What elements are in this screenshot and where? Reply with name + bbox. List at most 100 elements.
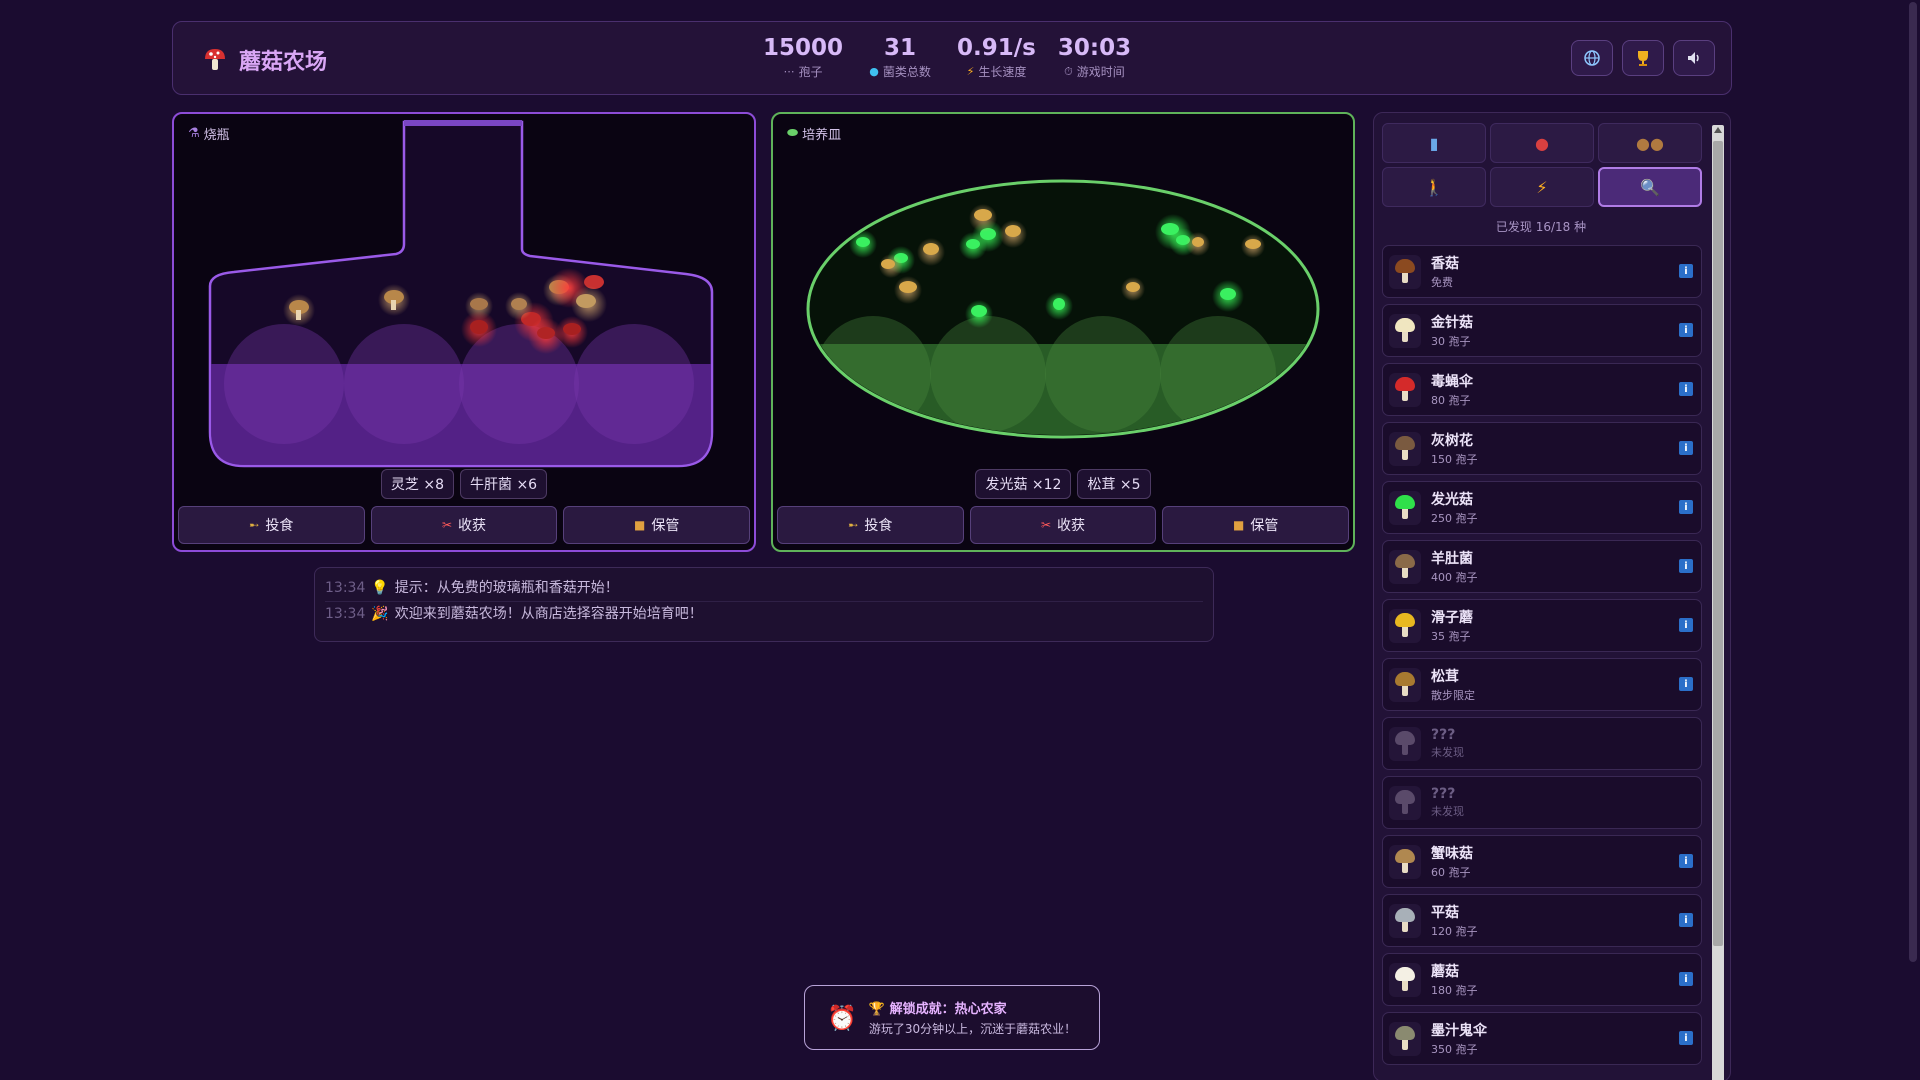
- coins-icon: ●●: [1636, 133, 1664, 153]
- mushroom-name: 灰树花: [1431, 433, 1473, 449]
- harvest-button[interactable]: ✂ 收获: [969, 506, 1157, 544]
- scrollbar-thumb[interactable]: [1713, 141, 1723, 946]
- bottle-icon: ▮: [1429, 133, 1439, 153]
- petri-dish-scene: [806, 179, 1320, 439]
- mushroom-list-item[interactable]: ??? 未发现: [1382, 717, 1702, 770]
- info-icon[interactable]: i: [1679, 264, 1693, 278]
- mushroom-name: ???: [1431, 727, 1456, 743]
- mushroom-list-item[interactable]: 松茸散步限定 i: [1382, 658, 1702, 711]
- content-tag: 牛肝菌 ×6: [460, 469, 548, 499]
- alarm-clock-icon: ⏰: [827, 1003, 857, 1032]
- mushroom-list-item[interactable]: 发光菇 250 孢子 i: [1382, 481, 1702, 534]
- box-icon: ■: [634, 518, 646, 532]
- mushroom-list-item[interactable]: 灰树花 150 孢子 i: [1382, 422, 1702, 475]
- tab-walk[interactable]: 🚶: [1382, 167, 1486, 207]
- mushroom-list-item[interactable]: 金针菇 30 孢子 i: [1382, 304, 1702, 357]
- mushroom-list-item[interactable]: ??? 未发现: [1382, 776, 1702, 829]
- log-text: 欢迎来到蘑菇农场！从商店选择容器开始培育吧！: [394, 606, 703, 622]
- info-icon[interactable]: i: [1679, 323, 1693, 337]
- window-scrollbar[interactable]: [1906, 0, 1920, 1080]
- feed-button[interactable]: ➸ 投食: [777, 506, 964, 544]
- mushroom-list-item[interactable]: 滑子蘑 35 孢子 i: [1382, 599, 1702, 652]
- stat-label: 菌类总数: [882, 65, 931, 80]
- header-buttons: [1571, 40, 1715, 76]
- mushroom-price: 散步限定: [1431, 689, 1475, 702]
- toast-title: 🏆 解锁成就：热心农家: [868, 1002, 1007, 1017]
- petri-dish-container[interactable]: ⬬ 培养皿 发光菇 ×12 松茸 ×5 ➸ 投食 ✂ 收获 ■ 保管: [771, 112, 1355, 552]
- mushroom-list-item[interactable]: 羊肚菌 400 孢子 i: [1382, 540, 1702, 593]
- mushroom-icon: [1389, 962, 1421, 997]
- tab-containers[interactable]: ▮: [1382, 123, 1486, 163]
- mushroom-list-item[interactable]: 平菇 120 孢子 i: [1382, 894, 1702, 947]
- info-icon[interactable]: i: [1679, 382, 1693, 396]
- mushroom-name: ???: [1431, 786, 1456, 802]
- tab-items[interactable]: ●●: [1598, 123, 1702, 163]
- achievements-button[interactable]: [1622, 40, 1664, 76]
- info-icon[interactable]: i: [1679, 854, 1693, 868]
- mushroom-price: 180 孢子: [1431, 984, 1478, 997]
- person-icon: 🚶: [1424, 177, 1444, 197]
- info-icon[interactable]: i: [1679, 972, 1693, 986]
- tab-encyclopedia[interactable]: 🔍: [1598, 167, 1702, 207]
- stat-value: 15000: [763, 35, 844, 61]
- scroll-up-arrow-icon[interactable]: [1714, 127, 1722, 133]
- info-icon[interactable]: i: [1679, 441, 1693, 455]
- container-label: ⬬ 培养皿: [787, 126, 842, 143]
- mushroom-list-item[interactable]: 蘑菇 180 孢子 i: [1382, 953, 1702, 1006]
- mushroom-name: 松茸: [1431, 669, 1459, 685]
- mushroom-logo-icon: [203, 47, 227, 73]
- store-button[interactable]: ■ 保管: [563, 506, 751, 544]
- stat-label: 孢子: [798, 65, 823, 80]
- mushroom-price: 30 孢子: [1431, 335, 1471, 348]
- mushroom-icon: [1389, 372, 1421, 407]
- mushroom-name: 蘑菇: [1431, 964, 1459, 980]
- sound-button[interactable]: [1673, 40, 1715, 76]
- container-actions: ➸ 投食 ✂ 收获 ■ 保管: [178, 506, 751, 544]
- mushroom-icon: [1389, 608, 1421, 643]
- content-tag: 灵芝 ×8: [380, 469, 454, 499]
- tab-boost[interactable]: ⚡: [1490, 167, 1594, 207]
- info-icon[interactable]: i: [1679, 677, 1693, 691]
- mushroom-list-item[interactable]: 毒蝇伞 80 孢子 i: [1382, 363, 1702, 416]
- mushroom-price: 350 孢子: [1431, 1043, 1478, 1056]
- info-icon[interactable]: i: [1679, 1031, 1693, 1045]
- stats-bar: 15000 ⋯ 孢子 31 ● 菌类总数 0.91/s ⚡ 生长速度 30:03 ⏱ 游…: [763, 35, 1131, 80]
- tab-mushrooms[interactable]: ●: [1490, 123, 1594, 163]
- container-label: ⚗ 烧瓶: [188, 126, 230, 143]
- harvest-button[interactable]: ✂ 收获: [370, 506, 558, 544]
- mushroom-list-item[interactable]: 蟹味菇 60 孢子 i: [1382, 835, 1702, 888]
- mushroom-name: 墨汁鬼伞: [1431, 1023, 1487, 1039]
- mushroom-icon: ●: [1535, 133, 1549, 153]
- info-icon[interactable]: i: [1679, 618, 1693, 632]
- mushroom-price: 60 孢子: [1431, 866, 1471, 879]
- sidebar-scrollbar[interactable]: [1712, 125, 1724, 1080]
- globe-icon: [1584, 50, 1600, 66]
- mushroom-list-item[interactable]: 香菇 免费 i: [1382, 245, 1702, 298]
- mushroom-icon: [1389, 490, 1421, 525]
- toast-description: 游玩了30分钟以上，沉迷于蘑菇农业！: [868, 1022, 1077, 1036]
- lightning-icon: ⚡: [966, 65, 975, 79]
- brand: 蘑菇农场: [203, 44, 327, 76]
- stat-value: 31: [884, 35, 917, 61]
- window-scrollbar-thumb[interactable]: [1909, 2, 1917, 962]
- info-icon[interactable]: i: [1679, 913, 1693, 927]
- info-icon[interactable]: i: [1679, 559, 1693, 573]
- mushroom-name: 平菇: [1431, 905, 1459, 921]
- language-button[interactable]: [1571, 40, 1613, 76]
- mushroom-icon: [1389, 1021, 1421, 1056]
- info-icon[interactable]: i: [1679, 500, 1693, 514]
- flask-container[interactable]: ⚗ 烧瓶 灵芝 ×8 牛肝菌 ×6 ➸ 投食 ✂ 收获 ■ 保管: [172, 112, 756, 552]
- contents-tags: 发光菇 ×12 松茸 ×5: [773, 469, 1353, 499]
- mushroom-price: 免费: [1431, 276, 1453, 289]
- mushroom-icon: [1389, 667, 1421, 702]
- store-button[interactable]: ■ 保管: [1162, 506, 1350, 544]
- log-text: 提示：从免费的玻璃瓶和香菇开始！: [394, 580, 619, 596]
- feed-icon: ➸: [249, 518, 260, 532]
- feed-button[interactable]: ➸ 投食: [178, 506, 365, 544]
- content-tag: 发光菇 ×12: [975, 469, 1072, 499]
- mushroom-price: 35 孢子: [1431, 630, 1471, 643]
- box-icon: ■: [1233, 518, 1245, 532]
- shop-sidebar: ▮ ● ●● 🚶 ⚡ 🔍 已发现 16/18 种 香菇 免费 i 金针菇 30 孢子 i 毒…: [1373, 112, 1731, 1080]
- mushroom-list-item[interactable]: 墨汁鬼伞 350 孢子 i: [1382, 1012, 1702, 1065]
- contents-tags: 灵芝 ×8 牛肝菌 ×6: [174, 469, 754, 499]
